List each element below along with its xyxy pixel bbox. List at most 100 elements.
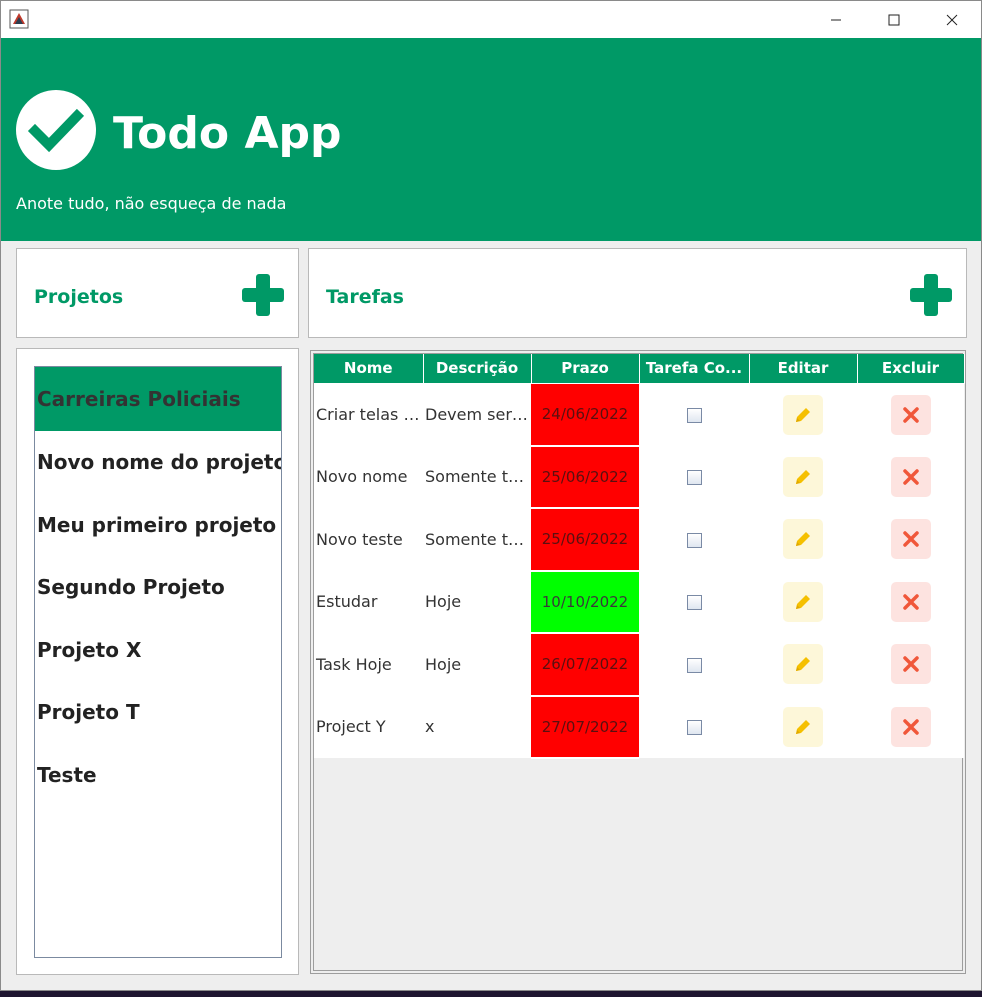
task-name-cell[interactable]: Estudar	[314, 570, 423, 633]
add-task-button[interactable]	[910, 274, 952, 316]
delete-task-button[interactable]	[890, 581, 931, 622]
task-completed-cell[interactable]	[639, 633, 749, 696]
task-delete-cell[interactable]	[857, 445, 964, 508]
delete-task-button[interactable]	[890, 644, 931, 685]
app-subtitle: Anote tudo, não esqueça de nada	[16, 194, 287, 213]
pencil-icon	[796, 532, 810, 547]
project-item[interactable]: Projeto T	[35, 681, 281, 744]
delete-task-button[interactable]	[890, 519, 931, 560]
x-icon	[902, 469, 919, 485]
tasks-table-viewport: Nome Descrição Prazo Tarefa Co... Editar…	[313, 353, 965, 971]
task-name-cell[interactable]: Task Hoje	[314, 633, 423, 696]
task-delete-cell[interactable]	[857, 383, 964, 446]
edit-task-button[interactable]	[783, 644, 823, 685]
column-header-completed[interactable]: Tarefa Co...	[639, 354, 750, 384]
column-header-editar[interactable]: Editar	[749, 354, 858, 384]
delete-task-button[interactable]	[890, 456, 931, 497]
project-item[interactable]: Segundo Projeto	[35, 556, 281, 619]
task-name-cell[interactable]: Novo teste	[314, 508, 423, 571]
delete-task-button[interactable]	[890, 394, 931, 435]
minimize-icon	[831, 19, 841, 20]
task-description-cell[interactable]: x	[423, 695, 531, 758]
task-delete-cell[interactable]	[857, 695, 964, 758]
task-delete-cell[interactable]	[857, 508, 964, 571]
task-description-cell[interactable]: Devem ser ...	[423, 383, 531, 446]
table-row[interactable]: Novo nome Somente te... 25/06/2022	[314, 445, 964, 509]
table-row[interactable]: Novo teste Somente te... 25/06/2022	[314, 508, 964, 572]
delete-task-button[interactable]	[890, 706, 931, 747]
edit-task-button[interactable]	[783, 456, 823, 497]
task-deadline-cell[interactable]: 10/10/2022	[531, 570, 639, 634]
edit-task-button[interactable]	[783, 581, 823, 622]
table-row[interactable]: Task Hoje Hoje 26/07/2022	[314, 633, 964, 697]
column-header-descricao[interactable]: Descrição	[423, 354, 532, 384]
task-completed-checkbox[interactable]	[686, 470, 702, 486]
pencil-icon	[796, 407, 810, 422]
task-completed-checkbox[interactable]	[686, 720, 702, 736]
x-icon	[902, 406, 919, 423]
task-name-cell[interactable]: Project Y	[314, 695, 423, 758]
task-edit-cell[interactable]	[749, 633, 857, 696]
check-circle-icon	[16, 90, 96, 170]
pencil-icon	[796, 657, 810, 672]
task-description-cell[interactable]: Somente te...	[423, 508, 531, 571]
column-header-nome[interactable]: Nome	[314, 354, 424, 384]
x-icon	[902, 656, 919, 672]
project-item[interactable]: Meu primeiro projeto	[35, 494, 281, 557]
task-edit-cell[interactable]	[749, 570, 857, 633]
tasks-table-body: Criar telas d... Devem ser ... 24/06/202…	[314, 383, 964, 759]
edit-task-button[interactable]	[783, 519, 823, 560]
project-item[interactable]: Carreiras Policiais	[35, 367, 281, 431]
task-edit-cell[interactable]	[749, 508, 857, 571]
task-edit-cell[interactable]	[749, 383, 857, 446]
task-name-cell[interactable]: Novo nome	[314, 445, 423, 508]
pencil-icon	[796, 594, 810, 609]
task-name-cell[interactable]: Criar telas d...	[314, 383, 423, 446]
add-project-button[interactable]	[242, 274, 284, 316]
task-deadline-cell[interactable]: 26/07/2022	[531, 633, 639, 697]
task-completed-cell[interactable]	[639, 695, 749, 758]
task-delete-cell[interactable]	[857, 633, 964, 696]
task-completed-cell[interactable]	[639, 570, 749, 633]
x-icon	[902, 531, 919, 547]
projects-title: Projetos	[34, 286, 124, 308]
edit-task-button[interactable]	[783, 706, 823, 747]
projects-header-panel: Projetos	[16, 248, 299, 338]
task-completed-checkbox[interactable]	[686, 408, 702, 423]
x-icon	[902, 594, 919, 610]
table-row[interactable]: Project Y x 27/07/2022	[314, 695, 964, 759]
task-deadline-cell[interactable]: 24/06/2022	[531, 383, 639, 447]
table-row[interactable]: Estudar Hoje 10/10/2022	[314, 570, 964, 634]
tasks-header-panel: Tarefas	[308, 248, 967, 338]
projects-list[interactable]: Carreiras Policiais Novo nome do projeto…	[34, 366, 282, 958]
maximize-button[interactable]	[865, 1, 923, 38]
task-description-cell[interactable]: Hoje	[423, 633, 531, 696]
task-deadline-cell[interactable]: 25/06/2022	[531, 445, 639, 509]
task-edit-cell[interactable]	[749, 445, 857, 508]
task-completed-checkbox[interactable]	[686, 657, 702, 673]
project-item[interactable]: Teste	[35, 744, 281, 807]
pencil-icon	[796, 469, 810, 484]
table-header-row: Nome Descrição Prazo Tarefa Co... Editar…	[314, 354, 965, 384]
column-header-prazo[interactable]: Prazo	[531, 354, 640, 384]
task-edit-cell[interactable]	[749, 695, 857, 758]
task-deadline-cell[interactable]: 25/06/2022	[531, 508, 639, 572]
task-completed-checkbox[interactable]	[686, 595, 702, 611]
minimize-button[interactable]	[807, 1, 865, 38]
close-button[interactable]	[923, 1, 981, 38]
task-description-cell[interactable]: Somente te...	[423, 445, 531, 508]
project-item[interactable]: Novo nome do projeto	[35, 431, 281, 494]
title-bar	[1, 1, 981, 38]
task-completed-cell[interactable]	[639, 508, 749, 571]
table-row[interactable]: Criar telas d... Devem ser ... 24/06/202…	[314, 383, 964, 447]
task-delete-cell[interactable]	[857, 570, 964, 633]
project-item[interactable]: Projeto X	[35, 619, 281, 682]
task-deadline-cell[interactable]: 27/07/2022	[531, 695, 639, 759]
tasks-title: Tarefas	[326, 286, 404, 308]
task-completed-cell[interactable]	[639, 445, 749, 508]
column-header-excluir[interactable]: Excluir	[857, 354, 965, 384]
edit-task-button[interactable]	[783, 394, 823, 435]
task-completed-checkbox[interactable]	[686, 532, 702, 548]
task-completed-cell[interactable]	[639, 383, 749, 446]
task-description-cell[interactable]: Hoje	[423, 570, 531, 633]
